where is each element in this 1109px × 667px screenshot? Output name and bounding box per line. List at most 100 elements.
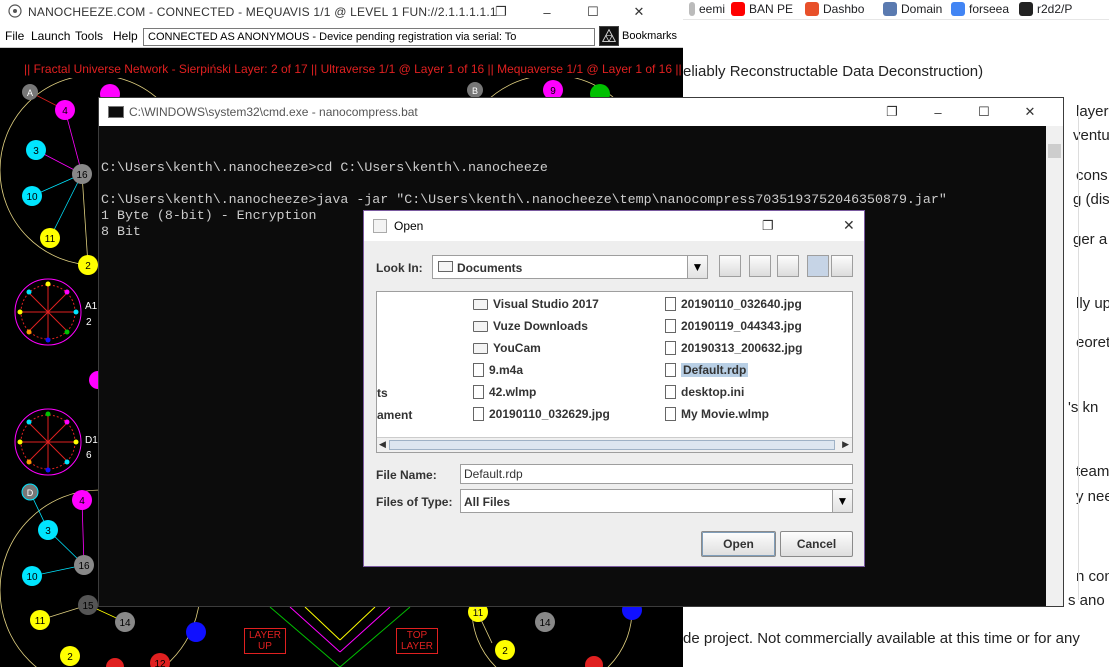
page-text-line: y nee (1076, 488, 1109, 505)
up-one-level-button[interactable] (719, 255, 741, 277)
file-item[interactable]: 20190119_044343.jpg (665, 317, 802, 335)
cmd-minimize-button[interactable]: – (915, 98, 961, 126)
look-in-value: Documents (457, 261, 523, 275)
menu-help[interactable]: Help (113, 29, 138, 43)
node-2r-label: 2 (502, 646, 508, 657)
folder-icon (473, 320, 488, 332)
node-3-bottom[interactable]: 3 (38, 520, 58, 540)
file-item[interactable]: 20190110_032640.jpg (665, 295, 802, 313)
cmd-scroll-thumb[interactable] (1048, 144, 1061, 158)
home-button[interactable] (749, 255, 771, 277)
details-view-button[interactable] (831, 255, 853, 277)
dialog-close-button[interactable]: ✕ (843, 217, 855, 234)
node-b[interactable]: B (467, 82, 483, 98)
file-item[interactable]: 9.m4a (473, 361, 523, 379)
menu-file[interactable]: File (5, 29, 24, 43)
folder-item[interactable]: YouCam (473, 339, 541, 357)
top-layer-button[interactable]: TOP LAYER (396, 628, 438, 654)
file-item[interactable]: desktop.ini (665, 383, 744, 401)
scroll-left-icon[interactable]: ◀ (379, 439, 386, 450)
layer-up-button[interactable]: LAYER UP (244, 628, 286, 654)
maximize-button[interactable]: ☐ (570, 0, 616, 24)
chevron-down-icon[interactable]: ▼ (687, 256, 707, 278)
bookmark-item[interactable]: BAN PE (731, 0, 799, 18)
menu-tools[interactable]: Tools (75, 29, 103, 43)
node-red-right[interactable] (585, 656, 603, 667)
folder-item[interactable]: Vuze Downloads (473, 317, 588, 335)
node-14-right[interactable]: 14 (535, 612, 555, 632)
cmd-maximize-button[interactable]: ☐ (961, 98, 1007, 126)
node-12-label: 12 (154, 659, 166, 667)
node-10[interactable]: 10 (22, 186, 42, 206)
new-folder-button[interactable] (777, 255, 799, 277)
dialog-title: Open (394, 219, 424, 233)
file-list-hscrollbar[interactable]: ◀ ▶ (377, 437, 852, 452)
hscroll-thumb[interactable] (389, 440, 835, 450)
node-11[interactable]: 11 (40, 228, 60, 248)
bookmarks-button[interactable]: Bookmarks (599, 26, 677, 46)
cancel-button[interactable]: Cancel (780, 531, 853, 557)
node-blue[interactable] (186, 622, 206, 642)
node-11-bottom[interactable]: 11 (30, 610, 50, 630)
node-2[interactable]: 2 (78, 255, 98, 275)
bookmark-item[interactable]: r2d2/P (1019, 0, 1099, 18)
file-icon (665, 407, 676, 421)
scroll-right-icon[interactable]: ▶ (842, 439, 849, 450)
node-2-right[interactable]: 2 (495, 640, 515, 660)
node-red[interactable] (106, 658, 124, 667)
file-item[interactable]: 20190313_200632.jpg (665, 339, 802, 357)
node-3[interactable]: 3 (26, 140, 46, 160)
node-4-bottom[interactable]: 4 (72, 490, 92, 510)
minimize-button[interactable]: – (524, 0, 570, 24)
wheel-a1[interactable] (14, 278, 82, 346)
node-16-bottom[interactable]: 16 (74, 555, 94, 575)
file-name-field[interactable]: Default.rdp (460, 464, 853, 484)
connection-status-field[interactable]: CONNECTED AS ANONYMOUS - Device pending … (143, 28, 595, 46)
bookmark-item[interactable]: Domain (883, 0, 945, 18)
node-d[interactable]: D (21, 483, 39, 501)
file-item[interactable]: 20190110_032629.jpg (473, 405, 610, 423)
file-icon (665, 363, 676, 377)
bookmark-item[interactable]: forseea (951, 0, 1013, 18)
chevron-down-icon[interactable]: ▼ (832, 490, 852, 512)
look-in-combo[interactable]: Documents ▼ (432, 255, 708, 279)
close-button[interactable]: ✕ (616, 0, 662, 24)
node-2-bottom[interactable]: 2 (60, 646, 80, 666)
node-a[interactable]: A (22, 84, 38, 100)
menu-launch[interactable]: Launch (31, 29, 70, 43)
node-15-label: 15 (82, 601, 94, 612)
list-item-partial-1[interactable]: ts (377, 384, 388, 402)
bookmark-item[interactable]: eemi (689, 0, 725, 18)
bookmark-label: BAN PE (749, 2, 794, 16)
google-icon (951, 2, 965, 16)
node-10b-label: 10 (26, 572, 38, 583)
cmd-scrollbar[interactable] (1046, 126, 1063, 606)
cmd-close-button[interactable]: ✕ (1007, 98, 1053, 126)
file-item[interactable]: 42.wlmp (473, 383, 536, 401)
list-item-partial-2[interactable]: ament (377, 406, 412, 424)
node-4-top[interactable]: 4 (55, 100, 75, 120)
node-16[interactable]: 16 (72, 164, 92, 184)
cmd-restore-icon[interactable]: ❐ (869, 98, 915, 126)
files-of-type-combo[interactable]: All Files ▼ (460, 489, 853, 513)
node-12[interactable]: 12 (150, 653, 170, 667)
page-text-line: eoret (1076, 334, 1109, 351)
restore-icon[interactable]: ❐ (478, 0, 524, 24)
node-15[interactable]: 15 (78, 595, 98, 615)
node-a1-value: 2 (86, 317, 92, 328)
open-button[interactable]: Open (701, 531, 776, 557)
dialog-restore-icon[interactable]: ❐ (762, 218, 774, 234)
list-view-button[interactable] (807, 255, 829, 277)
node-10-bottom[interactable]: 10 (22, 566, 42, 586)
node-14[interactable]: 14 (115, 612, 135, 632)
bookmark-item[interactable]: Dashbo (805, 0, 877, 18)
page-divider (1078, 110, 1079, 600)
file-name: 42.wlmp (489, 385, 537, 399)
file-item[interactable]: My Movie.wlmp (665, 405, 769, 423)
wheel-d1[interactable] (14, 408, 82, 476)
file-item[interactable]: Default.rdp (665, 361, 749, 379)
file-list[interactable]: ts ament Visual Studio 2017 Vuze Download… (376, 291, 853, 453)
folder-item[interactable]: Visual Studio 2017 (473, 295, 599, 313)
node-a1-label: A1 (85, 301, 98, 312)
